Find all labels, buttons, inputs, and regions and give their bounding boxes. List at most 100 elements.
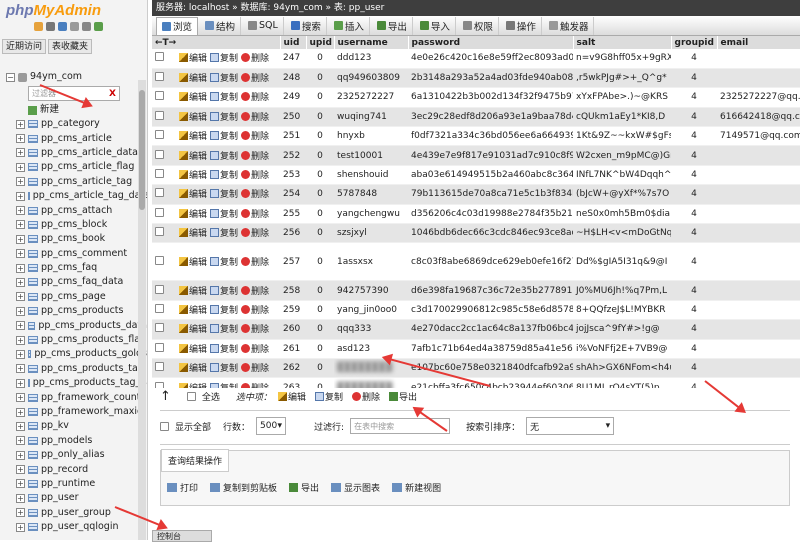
cell-uid[interactable]: 249 xyxy=(280,87,307,108)
expand-icon[interactable]: + xyxy=(16,421,25,431)
cell-upid[interactable]: 0 xyxy=(306,107,335,128)
cell-password[interactable]: 7afb1c71b64ed4a38759d85a41e56084 xyxy=(408,339,574,359)
cell-username[interactable]: asd123 xyxy=(334,339,409,359)
expand-icon[interactable]: + xyxy=(16,407,25,417)
row-checkbox[interactable] xyxy=(155,227,164,237)
row-copy-button[interactable]: 复制 xyxy=(210,110,238,123)
row-delete-button[interactable]: 删除 xyxy=(241,255,269,268)
expand-icon[interactable]: + xyxy=(16,277,25,287)
sidebar-table-item[interactable]: + pp_cms_article_tag xyxy=(4,175,147,189)
cell-uid[interactable]: 254 xyxy=(280,184,307,205)
cell-groupid[interactable]: 4 xyxy=(671,242,718,282)
breadcrumb[interactable]: 服务器: localhost » 数据库: 94ym_com » 表: pp_u… xyxy=(152,0,800,16)
row-checkbox[interactable] xyxy=(155,149,164,159)
row-checkbox[interactable] xyxy=(155,362,164,372)
cell-groupid[interactable]: 4 xyxy=(671,126,718,147)
expand-icon[interactable]: + xyxy=(16,148,25,158)
row-copy-button[interactable]: 复制 xyxy=(210,207,238,220)
expand-icon[interactable]: + xyxy=(16,220,25,230)
cell-groupid[interactable]: 4 xyxy=(671,300,718,321)
row-delete-button[interactable]: 删除 xyxy=(241,284,269,297)
gear-icon[interactable] xyxy=(82,22,91,31)
cell-salt[interactable]: ,r5wkPJg#>+_Q^g* xyxy=(573,68,672,89)
sort-arrows[interactable]: ←T→ xyxy=(152,36,281,49)
row-delete-button[interactable]: 删除 xyxy=(241,226,269,239)
row-edit-button[interactable]: 编辑 xyxy=(179,71,207,84)
sidebar-table-item[interactable]: + pp_cms_products_tag xyxy=(4,362,147,376)
row-delete-button[interactable]: 删除 xyxy=(241,342,269,355)
cell-uid[interactable]: 262 xyxy=(280,358,307,379)
row-edit-button[interactable]: 编辑 xyxy=(179,168,207,181)
database-name[interactable]: 94ym_com xyxy=(30,70,82,84)
row-checkbox[interactable] xyxy=(155,342,164,352)
tab-insert[interactable]: 插入 xyxy=(329,16,370,35)
sidebar-table-item[interactable]: + pp_user xyxy=(4,491,147,505)
cell-email[interactable] xyxy=(717,49,800,69)
row-edit-button[interactable]: 编辑 xyxy=(179,322,207,335)
sql-docs-icon[interactable] xyxy=(70,22,79,31)
bulk-edit-button[interactable]: 编辑 xyxy=(277,390,306,403)
sidebar-table-item[interactable]: + pp_kv xyxy=(4,419,147,433)
expand-icon[interactable]: + xyxy=(16,378,25,388)
cell-password[interactable]: 1046bdb6dec66c3cdc846ec93ce8ad87 xyxy=(408,223,574,244)
cell-email[interactable] xyxy=(717,68,800,89)
row-copy-button[interactable]: 复制 xyxy=(210,322,238,335)
row-copy-button[interactable]: 复制 xyxy=(210,284,238,297)
column-header-uid[interactable]: uid xyxy=(280,36,307,49)
cell-username[interactable]: szsjxyl xyxy=(334,223,409,244)
cell-email[interactable]: 616642418@qq.com xyxy=(717,107,800,128)
cell-upid[interactable]: 0 xyxy=(306,280,335,301)
row-delete-button[interactable]: 删除 xyxy=(241,187,269,200)
cell-salt[interactable]: i%VoNFfj2E+7VB9@ xyxy=(573,339,672,359)
clear-filter-icon[interactable]: X xyxy=(109,89,116,99)
row-copy-button[interactable]: 复制 xyxy=(210,129,238,142)
cell-salt[interactable]: 8+QQfzeJ$L!MYBKR xyxy=(573,300,672,321)
cell-groupid[interactable]: 4 xyxy=(671,107,718,128)
show-all-label[interactable]: 显示全部 xyxy=(175,420,211,433)
cell-password[interactable]: 4e0e26c420c16e8e59ff2ec8093ad0399 xyxy=(408,49,574,69)
row-checkbox[interactable] xyxy=(155,52,164,62)
sidebar-table-item[interactable]: + pp_runtime xyxy=(4,477,147,491)
cell-groupid[interactable]: 4 xyxy=(671,339,718,359)
cell-upid[interactable]: 0 xyxy=(306,145,335,166)
row-edit-button[interactable]: 编辑 xyxy=(179,187,207,200)
cell-password[interactable]: aba03e614949515b2a460abc8c36490b xyxy=(408,165,574,186)
cell-username[interactable]: hnyxb xyxy=(334,126,409,147)
row-edit-button[interactable]: 编辑 xyxy=(179,51,207,64)
cell-salt[interactable]: neS0x0mh5Bm0$dia xyxy=(573,204,672,225)
cell-salt[interactable]: INfL7NK^bW4Dqqh^ xyxy=(573,165,672,186)
expand-icon[interactable]: + xyxy=(16,234,25,244)
sidebar-table-item[interactable]: + pp_cms_article_flag xyxy=(4,160,147,174)
sidebar-table-item[interactable]: + pp_cms_products_tag_da xyxy=(4,376,147,390)
sidebar-table-item[interactable]: + pp_framework_maxid xyxy=(4,405,147,419)
bulk-copy-button[interactable]: 复制 xyxy=(314,390,343,403)
row-checkbox[interactable] xyxy=(155,110,164,120)
print-button[interactable]: 打印 xyxy=(167,481,198,494)
row-copy-button[interactable]: 复制 xyxy=(210,187,238,200)
expand-icon[interactable]: + xyxy=(16,306,25,316)
cell-upid[interactable]: 0 xyxy=(306,87,335,108)
sidebar-table-item[interactable]: + pp_cms_block xyxy=(4,218,147,232)
bulk-delete-button[interactable]: 删除 xyxy=(351,390,380,403)
sidebar-table-item[interactable]: + pp_cms_article_tag_data xyxy=(4,189,147,203)
cell-salt[interactable]: xYxFPAbe>.)~@KRS xyxy=(573,87,672,108)
cell-salt[interactable]: J0%MU6Jh!%q7Pm,L xyxy=(573,280,672,301)
row-delete-button[interactable]: 删除 xyxy=(241,71,269,84)
sidebar-table-item[interactable]: + pp_cms_products_flag xyxy=(4,333,147,347)
row-delete-button[interactable]: 删除 xyxy=(241,168,269,181)
row-delete-button[interactable]: 删除 xyxy=(241,322,269,335)
cell-upid[interactable]: 0 xyxy=(306,300,335,321)
copy-to-clipboard-button[interactable]: 复制到剪贴板 xyxy=(210,481,277,494)
row-edit-button[interactable]: 编辑 xyxy=(179,361,207,374)
expand-icon[interactable]: + xyxy=(16,119,25,129)
select-all-label[interactable]: 全选 xyxy=(202,390,220,403)
expand-icon[interactable]: + xyxy=(16,292,25,302)
cell-groupid[interactable]: 4 xyxy=(671,87,718,108)
cell-password[interactable]: e107bc60e758e0321840dfcafb92a9eb xyxy=(408,358,574,379)
cell-password[interactable]: 4e270dacc2cc1ac64c8a137fb06bc497 xyxy=(408,319,574,340)
cell-email[interactable]: 2325272227@qq.com xyxy=(717,87,800,108)
cell-email[interactable] xyxy=(717,204,800,225)
cell-username[interactable]: wuqing741 xyxy=(334,107,409,128)
cell-username[interactable]: 5787848 xyxy=(334,184,409,205)
cell-upid[interactable]: 0 xyxy=(306,223,335,244)
